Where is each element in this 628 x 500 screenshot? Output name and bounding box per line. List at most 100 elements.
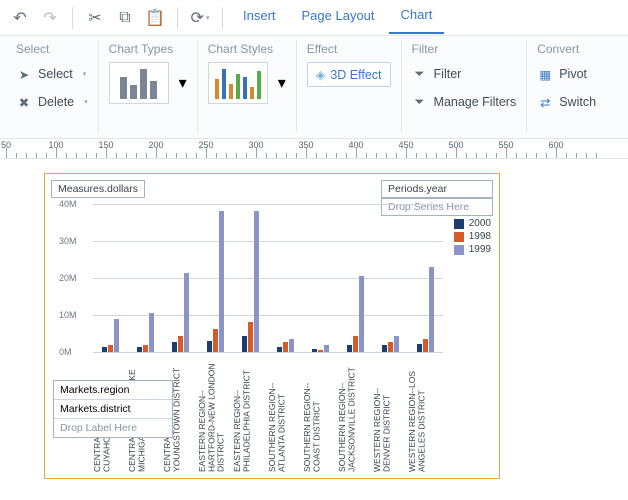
- drop-label-zone[interactable]: Drop Label Here: [54, 419, 172, 437]
- x-tick-label: WESTERN REGION--LOS ANGELES DISTRICT: [408, 354, 443, 472]
- tab-insert[interactable]: Insert: [231, 2, 288, 33]
- 3d-effect-button[interactable]: ◈3D Effect: [307, 62, 391, 87]
- legend-item: 2000: [454, 218, 491, 229]
- bar-cluster: [93, 319, 128, 352]
- manage-filters-button[interactable]: ⏷Manage Filters: [412, 90, 517, 114]
- legend-item: 1999: [454, 244, 491, 255]
- bar-cluster: [198, 211, 233, 352]
- tab-page-layout[interactable]: Page Layout: [290, 2, 387, 33]
- bar: [172, 342, 177, 352]
- filter-button[interactable]: ⏷Filter: [412, 62, 517, 86]
- legend-item: 1998: [454, 231, 491, 242]
- pivot-button[interactable]: ▦Pivot: [537, 62, 596, 86]
- ribbon-title: Select: [16, 40, 88, 56]
- redo-icon[interactable]: ↷: [36, 4, 64, 32]
- x-tick-label: WESTERN REGION--DENVER DISTRICT: [373, 354, 408, 472]
- funnel-icon: ⏷: [412, 67, 428, 82]
- bar: [178, 336, 183, 352]
- bar: [423, 339, 428, 352]
- bar: [207, 341, 212, 353]
- dimension-stack[interactable]: Markets.region Markets.district Drop Lab…: [53, 380, 173, 438]
- bar: [347, 345, 352, 352]
- x-tick-label: EASTERN REGION--HARTFORD-NEW LONDON DIST…: [198, 354, 233, 472]
- ribbon-title: Chart Styles: [208, 40, 286, 56]
- bar: [382, 345, 387, 352]
- switch-icon: ⇄: [537, 95, 553, 110]
- ribbon-group-chart-types: Chart Types ▾: [99, 40, 198, 132]
- bar: [213, 329, 218, 352]
- region-pill[interactable]: Markets.region: [54, 381, 172, 400]
- pivot-icon: ▦: [537, 67, 553, 82]
- bar: [108, 345, 113, 352]
- bar: [353, 336, 358, 352]
- bar: [283, 342, 288, 352]
- bar: [289, 339, 294, 352]
- design-canvas: Measures.dollars Periods.year Drop Serie…: [0, 159, 628, 500]
- bar: [388, 342, 393, 352]
- horizontal-ruler: 50100150200250300350400450500550600: [0, 139, 628, 159]
- bar-cluster: [303, 345, 338, 352]
- delete-icon: ✖: [16, 95, 32, 110]
- select-button[interactable]: ➤Select▾: [16, 62, 88, 86]
- refresh-icon[interactable]: ⟳: [186, 4, 214, 32]
- bar: [312, 349, 317, 352]
- copy-icon[interactable]: ⧉: [111, 4, 139, 32]
- chart-style-thumb[interactable]: [208, 62, 268, 104]
- bar-cluster: [408, 267, 443, 353]
- ribbon-group-select: Select ➤Select▾ ✖Delete▾: [6, 40, 99, 132]
- x-tick-label: SOUTHERN REGION--ATLANTA DISTRICT: [268, 354, 303, 472]
- measure-pill[interactable]: Measures.dollars: [51, 180, 145, 198]
- tab-chart[interactable]: Chart: [389, 1, 445, 34]
- undo-icon[interactable]: ↶: [6, 4, 34, 32]
- bar: [114, 319, 119, 352]
- bar-cluster: [268, 339, 303, 352]
- bar-cluster: [373, 336, 408, 352]
- bar: [417, 344, 422, 352]
- bar-cluster: [128, 313, 163, 352]
- quick-access-toolbar: ↶ ↷ ✂ ⧉ 📋 ⟳ Insert Page Layout Chart: [0, 0, 628, 36]
- bar-cluster: [338, 276, 373, 352]
- legend: 2000 1998 1999: [454, 218, 491, 257]
- ribbon-group-filter: Filter ⏷Filter ⏷Manage Filters: [402, 40, 528, 132]
- bar: [149, 313, 154, 352]
- cube-icon: ◈: [316, 67, 326, 82]
- chart-frame[interactable]: Measures.dollars Periods.year Drop Serie…: [44, 173, 500, 479]
- bar: [277, 347, 282, 352]
- ribbon-group-convert: Convert ▦Pivot ⇄Switch: [527, 40, 606, 132]
- chart-type-thumb[interactable]: [109, 62, 169, 104]
- x-tick-label: SOUTHERN REGION--COAST DISTRICT: [303, 354, 338, 472]
- x-tick-label: SOUTHERN REGION--JACKSONVILLE DISTRICT: [338, 354, 373, 472]
- ribbon: Select ➤Select▾ ✖Delete▾ Chart Types ▾ C…: [0, 36, 628, 139]
- switch-button[interactable]: ⇄Switch: [537, 90, 596, 114]
- bar: [394, 336, 399, 352]
- bar: [143, 345, 148, 352]
- ribbon-title: Chart Types: [109, 40, 187, 56]
- ribbon-title: Effect: [307, 40, 391, 56]
- bar: [318, 350, 323, 352]
- ribbon-title: Convert: [537, 40, 596, 56]
- period-pill[interactable]: Periods.year: [381, 180, 493, 198]
- x-tick-label: EASTERN REGION--PHILADELPHIA DISTRICT: [233, 354, 268, 472]
- district-pill[interactable]: Markets.district: [54, 400, 172, 419]
- ribbon-group-chart-styles: Chart Styles ▾: [198, 40, 297, 132]
- bar: [254, 211, 259, 352]
- delete-button[interactable]: ✖Delete▾: [16, 90, 88, 114]
- bar: [359, 276, 364, 352]
- bar: [242, 336, 247, 352]
- bar: [137, 347, 142, 352]
- bar: [324, 345, 329, 352]
- bar: [429, 267, 434, 353]
- bar: [219, 211, 224, 352]
- bar: [248, 322, 253, 352]
- cut-icon[interactable]: ✂: [81, 4, 109, 32]
- chart-plot: 0M10M20M30M40M: [93, 204, 443, 352]
- bar: [102, 347, 107, 352]
- bar-cluster: [163, 273, 198, 352]
- ribbon-group-effect: Effect ◈3D Effect: [297, 40, 402, 132]
- cursor-icon: ➤: [16, 67, 32, 82]
- bar: [184, 273, 189, 352]
- bar-cluster: [233, 211, 268, 352]
- paste-icon[interactable]: 📋: [141, 4, 169, 32]
- filters-icon: ⏷: [412, 95, 428, 110]
- ribbon-title: Filter: [412, 40, 517, 56]
